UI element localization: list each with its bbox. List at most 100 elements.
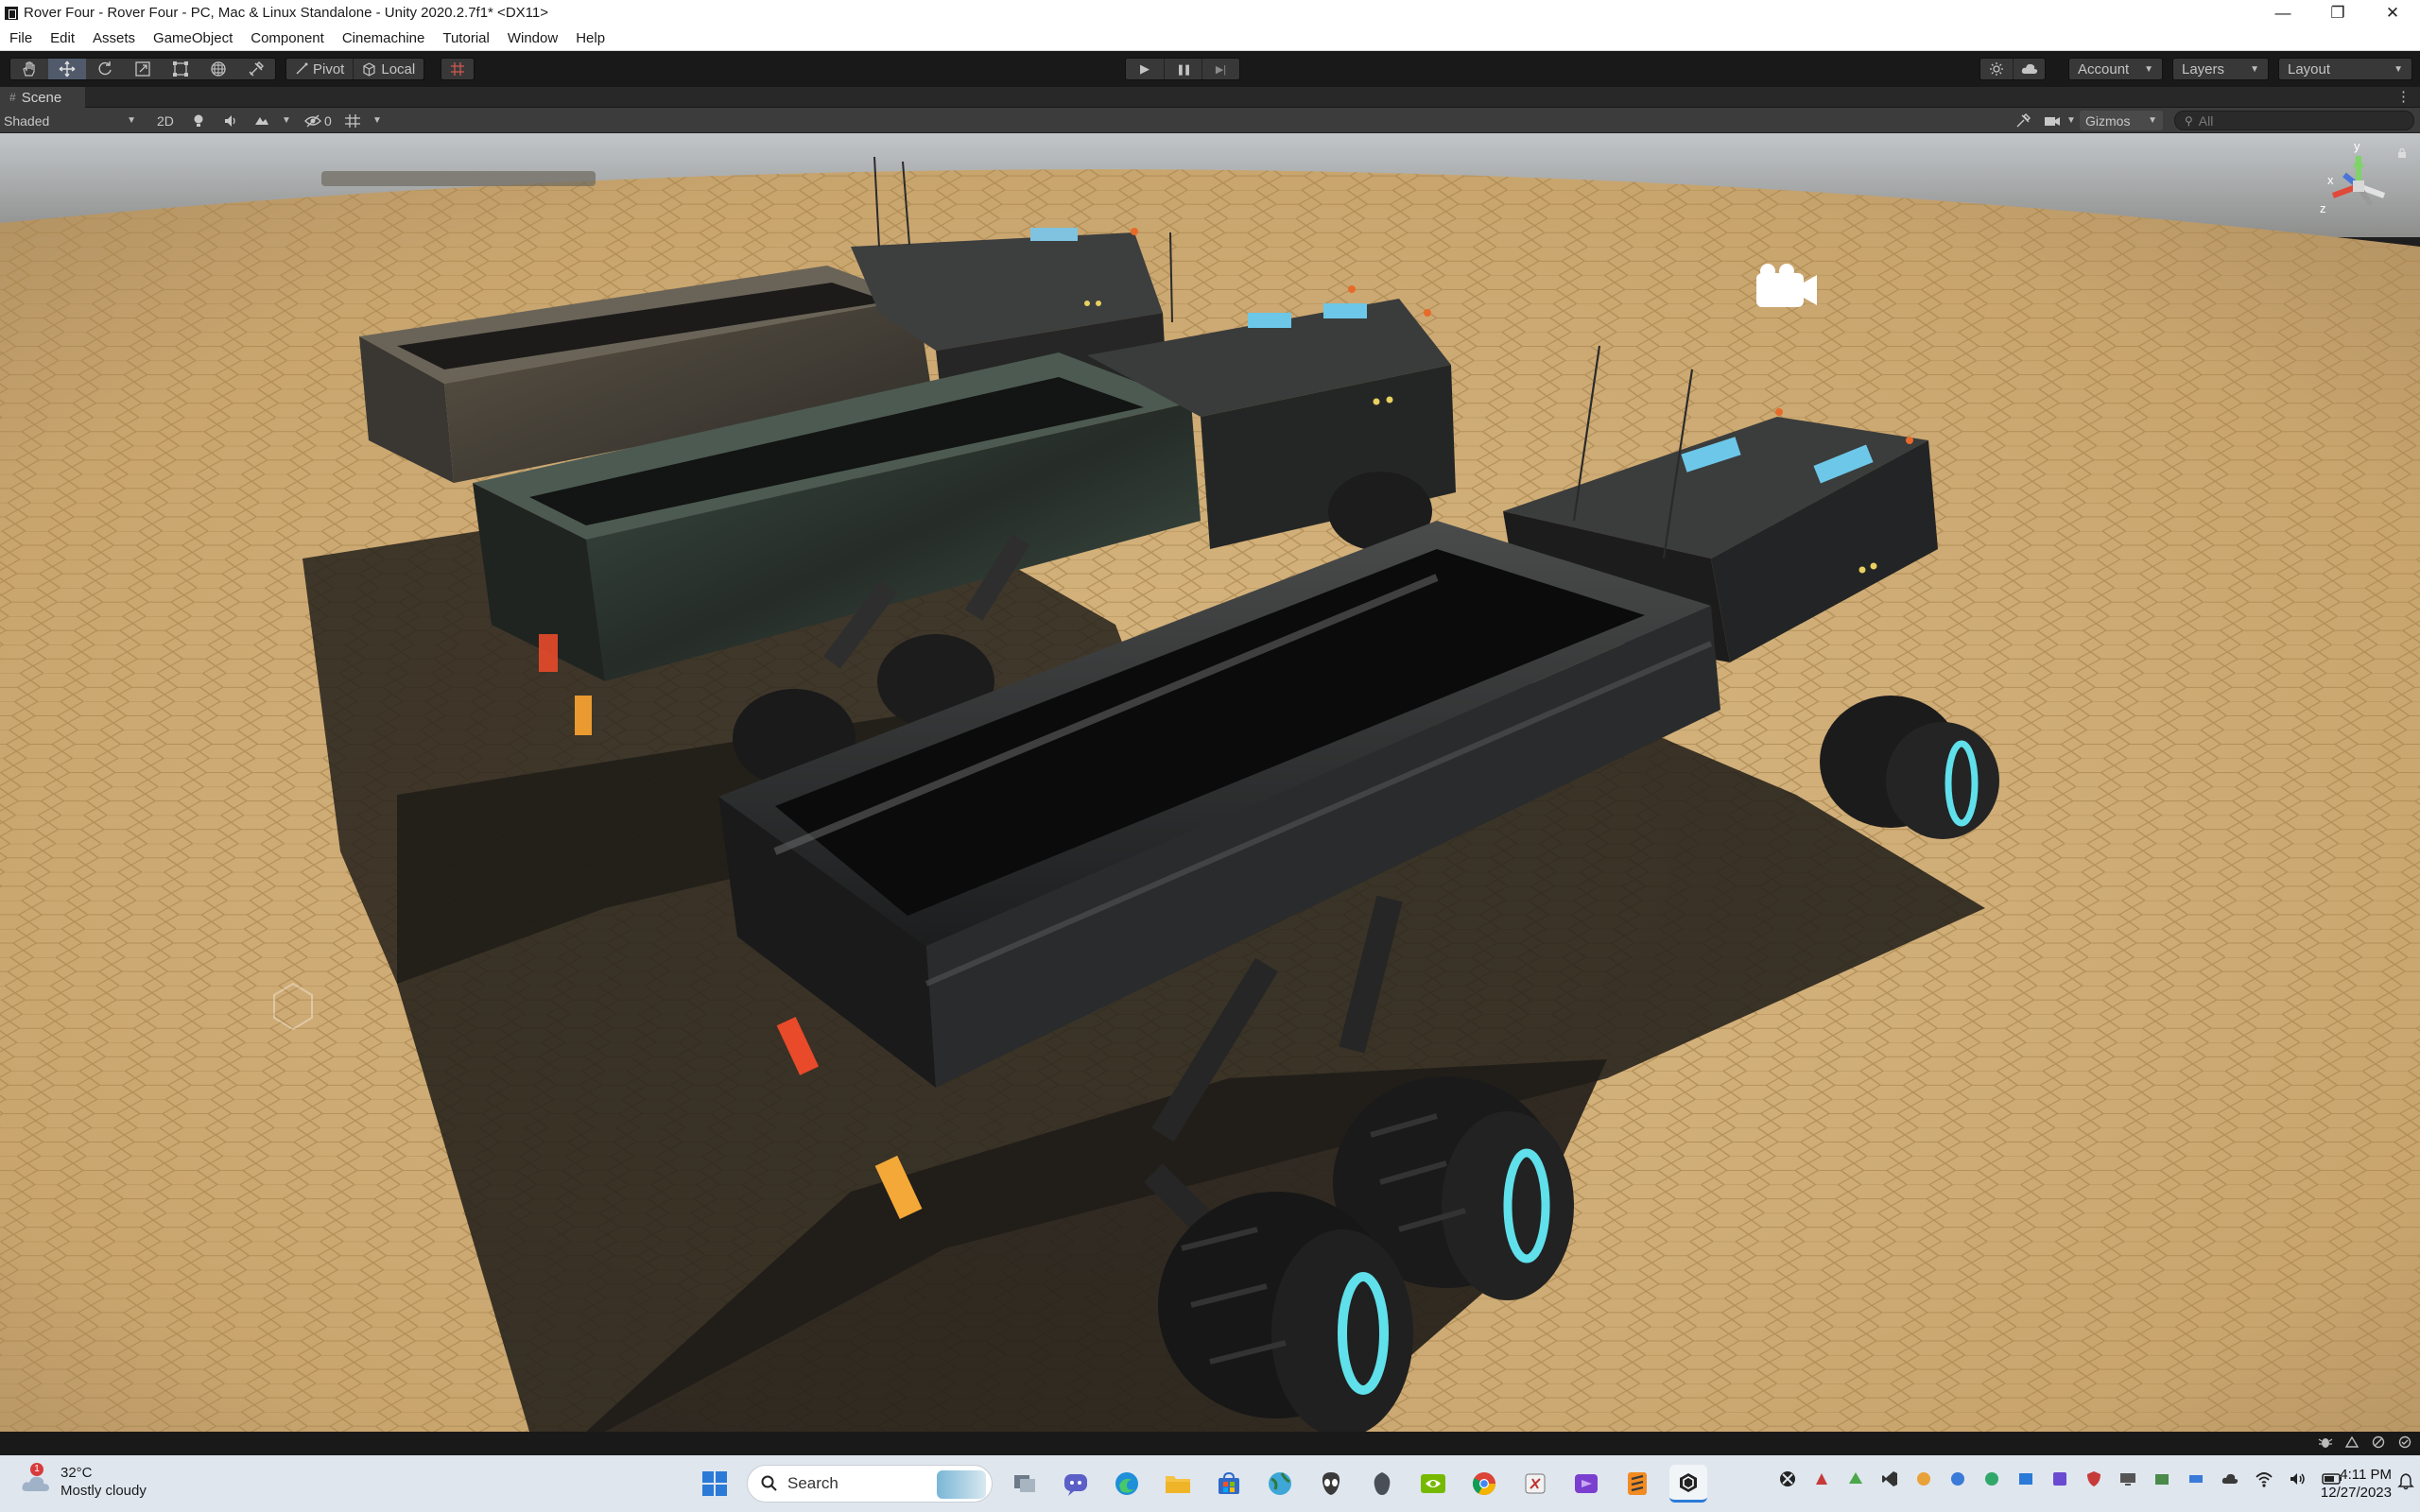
unity-taskbar-icon[interactable] xyxy=(1669,1465,1707,1503)
dark-app-icon[interactable] xyxy=(1363,1465,1401,1503)
layers-dropdown[interactable]: Layers ▼ xyxy=(2172,58,2269,80)
account-dropdown[interactable]: Account ▼ xyxy=(2068,58,2163,80)
progress-icon[interactable] xyxy=(2371,1435,2386,1452)
pause-button[interactable]: ❚❚ xyxy=(1164,59,1201,79)
toggle-2d-button[interactable]: 2D xyxy=(153,111,178,130)
tray-monitor-icon[interactable] xyxy=(2118,1469,2138,1489)
grid-snap-icon[interactable] xyxy=(441,59,474,79)
tray-green-dot-icon[interactable] xyxy=(1981,1469,2002,1489)
tray-orange-icon[interactable] xyxy=(1913,1469,1934,1489)
camera-settings-dropdown[interactable]: ▼ xyxy=(2044,111,2076,130)
editor-status-bar xyxy=(0,1432,2420,1455)
tray-teal-icon[interactable] xyxy=(2015,1469,2036,1489)
tray-app-green-icon[interactable] xyxy=(1845,1469,1866,1489)
step-button[interactable]: ▶| xyxy=(1201,59,1239,79)
tray-cloud-icon[interactable] xyxy=(2220,1469,2240,1489)
nvidia-icon[interactable] xyxy=(1414,1465,1452,1503)
grid-visibility-dropdown[interactable]: ▼ xyxy=(344,111,382,130)
menu-edit[interactable]: Edit xyxy=(50,30,75,46)
cloud-icon[interactable] xyxy=(2013,59,2045,79)
effects-dropdown[interactable]: ▼ xyxy=(253,111,291,130)
caret-down-icon: ▼ xyxy=(372,115,382,126)
xbox-icon[interactable] xyxy=(1777,1469,1798,1489)
edge-browser-icon[interactable] xyxy=(1108,1465,1146,1503)
collab-sun-icon[interactable] xyxy=(1980,59,2013,79)
draw-mode-dropdown[interactable]: Shaded ▼ xyxy=(4,111,140,130)
tab-menu-icon[interactable]: ⋮ xyxy=(2396,87,2411,108)
task-view-icon[interactable] xyxy=(1006,1465,1044,1503)
maximize-button[interactable]: ❐ xyxy=(2310,0,2365,26)
tray-blue-icon[interactable] xyxy=(1947,1469,1968,1489)
pivot-toggle[interactable]: Pivot xyxy=(286,59,353,79)
hierarchy-search-input[interactable]: ⚲ All xyxy=(2174,111,2414,130)
menu-cinemachine[interactable]: Cinemachine xyxy=(342,30,425,46)
browser-globe-icon[interactable] xyxy=(1261,1465,1299,1503)
close-button[interactable]: ✕ xyxy=(2365,0,2420,26)
chrome-icon[interactable] xyxy=(1465,1465,1503,1503)
alien-app-icon[interactable] xyxy=(1312,1465,1350,1503)
search-icon xyxy=(761,1475,777,1491)
start-windows-icon[interactable] xyxy=(696,1465,734,1503)
bug-icon[interactable] xyxy=(2318,1435,2333,1452)
gizmos-label: Gizmos xyxy=(2085,112,2131,129)
gizmos-dropdown[interactable]: Gizmos ▼ xyxy=(2080,111,2163,130)
menu-window[interactable]: Window xyxy=(508,30,558,46)
draw-mode-label: Shaded xyxy=(4,112,50,129)
security-shield-icon[interactable] xyxy=(2083,1469,2104,1489)
visual-studio-icon[interactable] xyxy=(1879,1469,1900,1489)
tools-icon[interactable] xyxy=(2015,111,2031,130)
menu-file[interactable]: File xyxy=(9,30,32,46)
axis-x-label: x xyxy=(2327,173,2334,187)
local-toggle[interactable]: Local xyxy=(353,59,424,79)
lighting-toggle-icon[interactable] xyxy=(191,111,206,130)
window-title: Rover Four - Rover Four - PC, Mac & Linu… xyxy=(24,5,548,21)
file-explorer-icon[interactable] xyxy=(1159,1465,1197,1503)
tray-purple-icon[interactable] xyxy=(2049,1469,2070,1489)
weather-temperature: 32°C xyxy=(60,1465,93,1481)
taskbar-search-box[interactable]: Search xyxy=(747,1465,993,1503)
scene-viewport[interactable]: y x z xyxy=(0,133,2420,1432)
menu-tutorial[interactable]: Tutorial xyxy=(442,30,489,46)
menu-assets[interactable]: Assets xyxy=(93,30,135,46)
system-clock[interactable]: 4:11 PM 12/27/2023 xyxy=(2269,1466,2392,1502)
tray-drive-icon[interactable] xyxy=(2186,1469,2206,1489)
tab-scene[interactable]: # Scene xyxy=(0,87,85,108)
menu-gameobject[interactable]: GameObject xyxy=(153,30,233,46)
rect-tool-icon[interactable] xyxy=(162,59,199,79)
menu-help[interactable]: Help xyxy=(576,30,605,46)
cloudy-weather-icon: 1 xyxy=(21,1463,51,1495)
custom-tool-icon[interactable] xyxy=(237,59,275,79)
unity-app-icon xyxy=(5,6,18,20)
hand-tool-icon[interactable] xyxy=(10,59,48,79)
weather-widget[interactable]: 1 32°C Mostly cloudy xyxy=(21,1463,147,1500)
window-controls: — ❐ ✕ xyxy=(2256,0,2420,26)
scale-tool-icon[interactable] xyxy=(124,59,162,79)
editor-toolbar: Pivot Local ▶ ❚❚ ▶| Account ▼ Layers ▼ Lay… xyxy=(0,51,2420,87)
system-tray xyxy=(1777,1469,2342,1489)
layers-label: Layers xyxy=(2182,60,2225,77)
tray-app-red-icon[interactable] xyxy=(1811,1469,1832,1489)
snipping-tool-icon[interactable] xyxy=(1516,1465,1554,1503)
ms-store-icon[interactable] xyxy=(1210,1465,1248,1503)
teams-chat-icon[interactable] xyxy=(1057,1465,1095,1503)
move-tool-icon[interactable] xyxy=(48,59,86,79)
minimize-button[interactable]: — xyxy=(2256,0,2310,26)
scene-render xyxy=(0,133,2420,1432)
sublime-text-icon[interactable] xyxy=(1618,1465,1656,1503)
hidden-objects-toggle[interactable]: 0 xyxy=(304,111,332,130)
layout-dropdown[interactable]: Layout ▼ xyxy=(2278,58,2412,80)
play-button[interactable]: ▶ xyxy=(1126,59,1164,79)
notification-bell-icon[interactable] xyxy=(2397,1473,2414,1495)
tray-box-icon[interactable] xyxy=(2152,1469,2172,1489)
check-icon[interactable] xyxy=(2397,1435,2412,1452)
menu-component[interactable]: Component xyxy=(251,30,324,46)
orientation-gizmo[interactable]: y x z xyxy=(2307,137,2411,232)
clipchamp-icon[interactable] xyxy=(1567,1465,1605,1503)
rotate-tool-icon[interactable] xyxy=(86,59,124,79)
audio-toggle-icon[interactable] xyxy=(223,111,238,130)
pivot-icon xyxy=(296,62,308,75)
build-icon[interactable] xyxy=(2344,1435,2360,1452)
transform-tool-icon[interactable] xyxy=(199,59,237,79)
taskbar-search-label: Search xyxy=(787,1474,838,1492)
gizmo-lock-icon[interactable] xyxy=(2397,147,2407,158)
